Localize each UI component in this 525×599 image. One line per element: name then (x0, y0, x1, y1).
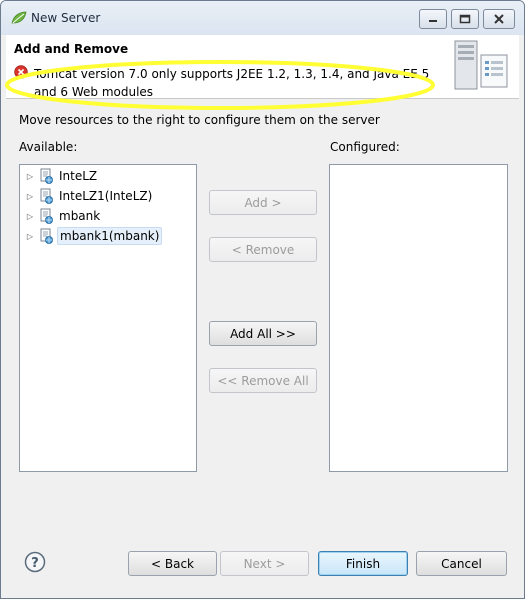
page-title: Add and Remove (14, 42, 129, 56)
svg-text:?: ? (31, 556, 39, 571)
maximize-button[interactable] (451, 9, 479, 29)
cancel-button[interactable]: Cancel (416, 551, 507, 576)
expand-arrow-icon[interactable]: ▷ (24, 192, 36, 201)
maximize-icon (459, 14, 471, 24)
new-server-dialog: New Server Add and Remove Tomcat version… (0, 0, 525, 599)
minimize-button[interactable] (419, 9, 447, 29)
expand-arrow-icon[interactable]: ▷ (24, 212, 36, 221)
list-item[interactable]: ▷ mbank (24, 207, 102, 225)
available-label: Available: (19, 140, 78, 154)
available-list[interactable]: ▷ InteLZ ▷ InteLZ1(InteLZ) ▷ mbank ▷ mba… (19, 164, 197, 472)
error-icon (14, 65, 28, 79)
close-icon (494, 14, 504, 24)
next-button[interactable]: Next > (220, 551, 309, 576)
list-item-label: mbank (59, 209, 101, 223)
expand-arrow-icon[interactable]: ▷ (24, 232, 36, 241)
close-button[interactable] (483, 9, 515, 29)
list-item-label: InteLZ1(InteLZ) (59, 189, 153, 203)
back-button[interactable]: < Back (128, 551, 217, 576)
title-bar[interactable]: New Server (1, 1, 524, 35)
add-button[interactable]: Add > (209, 190, 317, 215)
finish-button[interactable]: Finish (318, 551, 408, 576)
list-item-label: InteLZ (59, 169, 98, 183)
server-icon (454, 40, 508, 90)
minimize-icon (429, 20, 437, 22)
configured-label: Configured: (330, 140, 400, 154)
expand-arrow-icon[interactable]: ▷ (24, 172, 36, 181)
web-project-icon (40, 208, 53, 224)
remove-all-button[interactable]: << Remove All (209, 368, 317, 393)
remove-button[interactable]: < Remove (209, 237, 317, 262)
add-all-button[interactable]: Add All >> (209, 321, 317, 346)
list-item[interactable]: ▷ mbank1(mbank) (24, 227, 163, 245)
help-icon[interactable]: ? (24, 551, 46, 573)
spring-leaf-icon (11, 11, 27, 24)
error-message: Tomcat version 7.0 only supports J2EE 1.… (34, 67, 430, 99)
web-project-icon (40, 168, 53, 184)
list-item[interactable]: ▷ InteLZ1(InteLZ) (24, 187, 154, 205)
window-title: New Server (31, 11, 101, 25)
list-item[interactable]: ▷ InteLZ (24, 167, 99, 185)
web-project-icon (40, 228, 53, 244)
web-project-icon (40, 188, 53, 204)
header-banner: Add and Remove Tomcat version 7.0 only s… (5, 35, 519, 110)
instructions-text: Move resources to the right to configure… (19, 113, 380, 127)
list-item-label: mbank1(mbank) (57, 227, 163, 245)
configured-list[interactable] (329, 164, 508, 472)
